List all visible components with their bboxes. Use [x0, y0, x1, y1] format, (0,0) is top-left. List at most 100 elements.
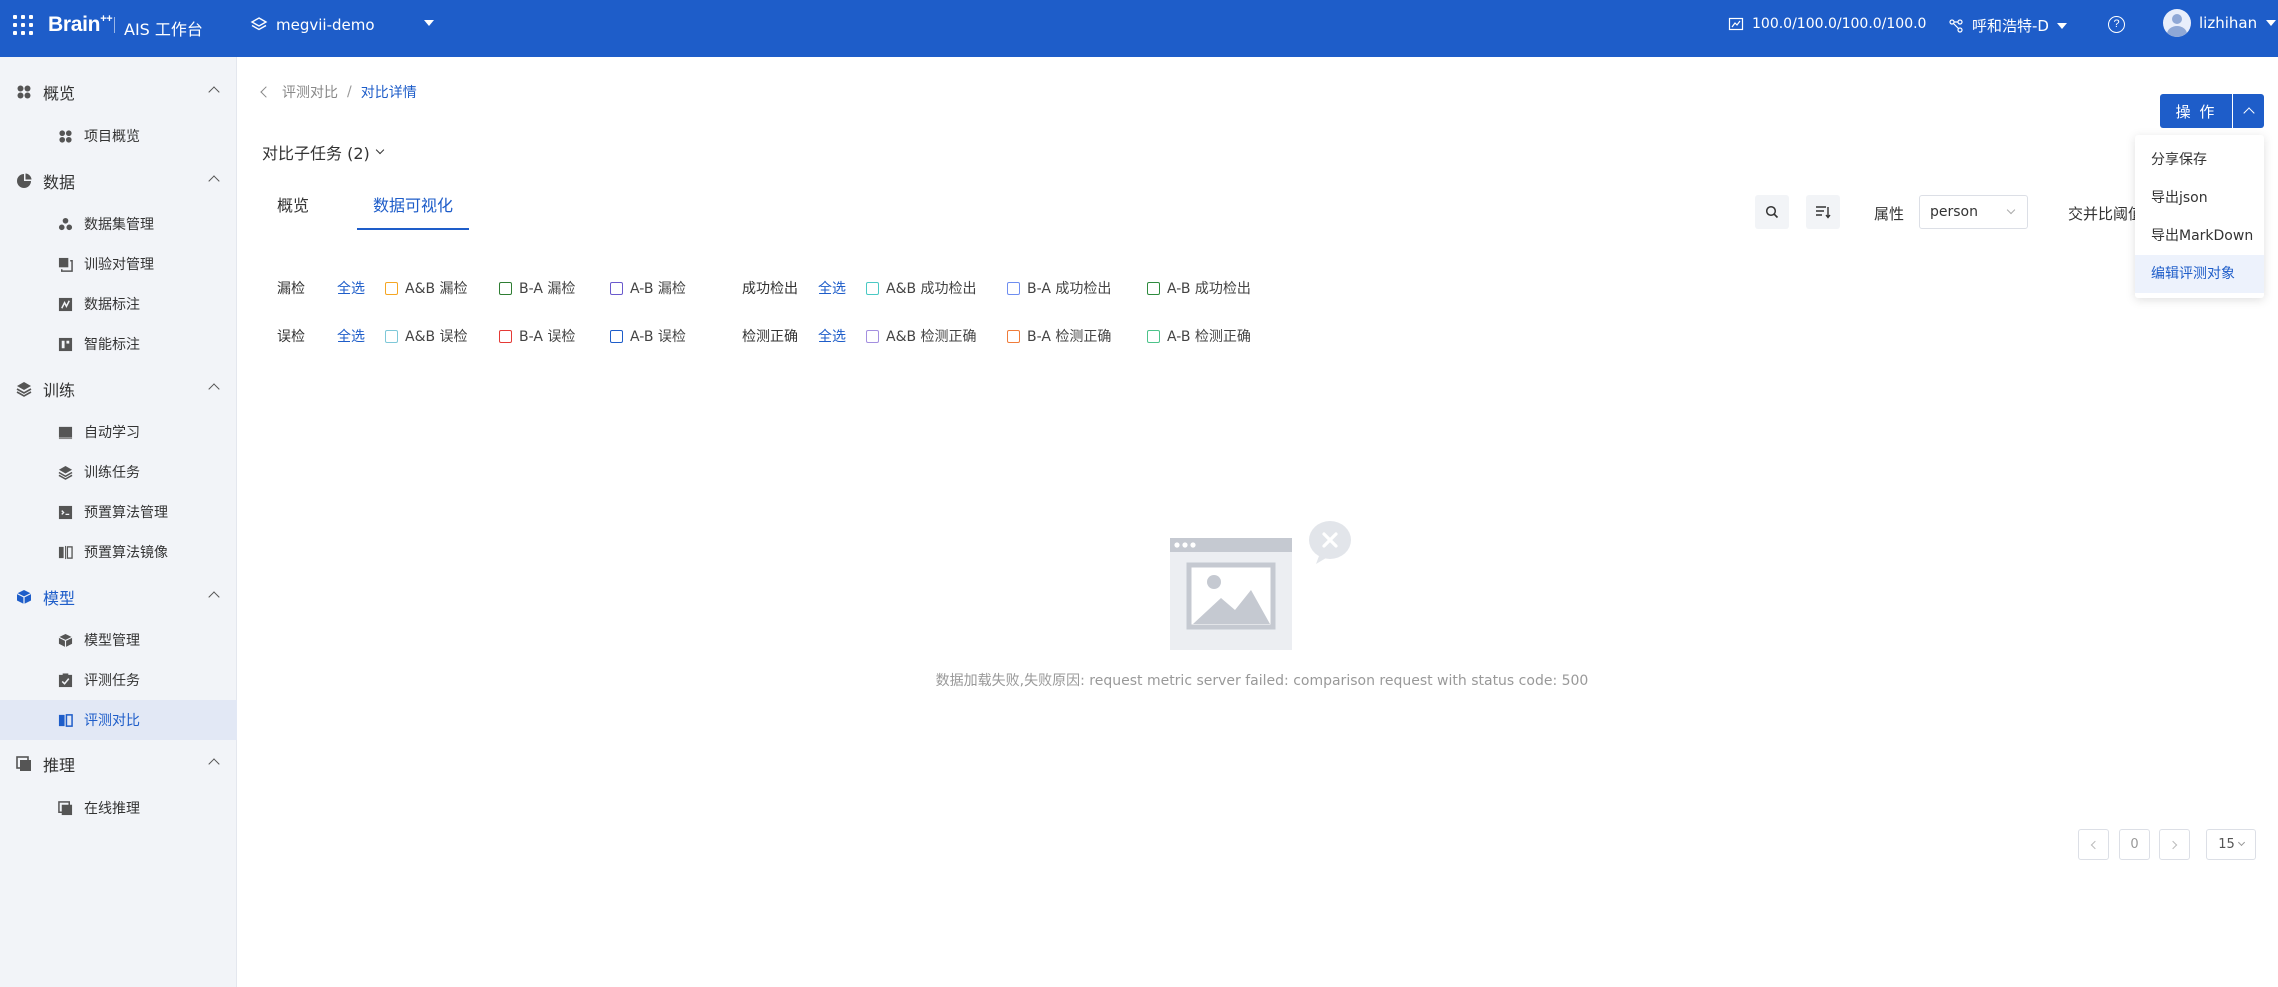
attribute-select[interactable]: person [1919, 195, 2028, 229]
sidebar-section-data[interactable]: 数据 [0, 161, 237, 201]
select-all-link[interactable]: 全选 [337, 278, 365, 298]
operation-dropdown-menu: 分享保存 导出json 导出MarkDown 编辑评测对象 [2135, 135, 2264, 298]
tab-data-visualization[interactable]: 数据可视化 [373, 192, 453, 216]
filter-checkbox[interactable]: A-B 误检 [610, 326, 686, 346]
filter-checkbox[interactable]: A&B 检测正确 [866, 326, 977, 346]
filter-checkbox[interactable]: A&B 成功检出 [866, 278, 977, 298]
next-page-button[interactable] [2159, 829, 2190, 860]
sidebar-section-model[interactable]: 模型 [0, 577, 237, 617]
operation-button[interactable]: 操 作 [2160, 94, 2232, 128]
quota-value: 100.0/100.0/100.0/100.0 [1752, 16, 1927, 32]
resource-quota[interactable]: 100.0/100.0/100.0/100.0 [1728, 16, 1926, 32]
sidebar-item-label: 预置算法镜像 [84, 545, 168, 561]
attribute-value: person [1930, 204, 1978, 220]
sidebar-item-auto-learning[interactable]: 自动学习 [0, 412, 237, 452]
iou-threshold-label: 交并比阈值 [2068, 205, 2144, 223]
sidebar-item-online-inference[interactable]: 在线推理 [0, 788, 237, 828]
chevron-down-icon [2237, 838, 2245, 847]
select-all-link[interactable]: 全选 [818, 278, 846, 298]
sidebar-section-label: 概览 [43, 84, 76, 103]
sidebar-item-train-val-management[interactable]: 训验对管理 [0, 244, 237, 284]
project-selector[interactable]: megvii-demo [250, 12, 434, 38]
attribute-label: 属性 [1874, 205, 1905, 223]
tab-overview[interactable]: 概览 [277, 192, 309, 216]
breadcrumb-current: 对比详情 [360, 85, 417, 101]
cube-icon [58, 633, 73, 647]
user-menu[interactable]: lizhihan [2163, 9, 2277, 37]
back-arrow-icon[interactable] [260, 86, 272, 98]
checkbox-icon [499, 329, 512, 343]
prev-page-button[interactable] [2078, 829, 2109, 860]
sidebar-section-inference[interactable]: 推理 [0, 744, 237, 784]
subtask-selector[interactable]: 对比子任务 (2) [262, 140, 385, 164]
chevron-up-icon[interactable] [2233, 94, 2264, 128]
chevron-down-icon [2006, 205, 2016, 215]
chevron-up-icon[interactable] [208, 591, 220, 603]
menu-item-export-markdown[interactable]: 导出MarkDown [2135, 217, 2264, 255]
filter-checkbox[interactable]: B-A 检测正确 [1007, 326, 1111, 346]
brand-logo[interactable]: Brain++ [48, 13, 113, 37]
page-size-value: 15 [2218, 837, 2235, 852]
page-number[interactable]: 0 [2119, 829, 2150, 860]
sidebar-item-evaluation-compare[interactable]: 评测对比 [0, 700, 237, 740]
app-grid-icon[interactable] [13, 15, 33, 35]
sidebar-item-project-overview[interactable]: 项目概览 [0, 116, 237, 156]
region-selector[interactable]: 呼和浩特-D [1948, 15, 2067, 36]
menu-item-export-json[interactable]: 导出json [2135, 179, 2264, 217]
sidebar-section-label: 模型 [43, 589, 76, 608]
menu-item-edit-eval-objects[interactable]: 编辑评测对象 [2135, 255, 2264, 293]
chevron-up-icon[interactable] [208, 383, 220, 395]
sidebar-item-label: 智能标注 [84, 337, 140, 353]
filter-checkbox[interactable]: A-B 检测正确 [1147, 326, 1251, 346]
checkbox-icon [610, 329, 623, 343]
sidebar-item-model-management[interactable]: 模型管理 [0, 620, 237, 660]
filter-checkbox[interactable]: B-A 漏检 [499, 278, 575, 298]
page-size-select[interactable]: 15 [2206, 829, 2256, 860]
help-icon[interactable]: ? [2108, 16, 2125, 33]
select-all-link[interactable]: 全选 [337, 326, 365, 346]
sidebar-item-dataset-management[interactable]: 数据集管理 [0, 204, 237, 244]
sidebar-section-label: 训练 [43, 381, 76, 400]
search-button[interactable] [1755, 195, 1789, 229]
copy-icon [58, 257, 73, 272]
filter-checkbox[interactable]: B-A 成功检出 [1007, 278, 1111, 298]
smart-annotation-icon [58, 337, 73, 351]
dashboard-icon [17, 85, 31, 99]
menu-item-share-save[interactable]: 分享保存 [2135, 141, 2264, 179]
compare-icon [58, 713, 73, 727]
chevron-up-icon[interactable] [208, 86, 220, 98]
chevron-up-icon[interactable] [208, 758, 220, 770]
sidebar-section-overview[interactable]: 概览 [0, 72, 237, 112]
sidebar-item-preset-algorithms[interactable]: 预置算法管理 [0, 492, 237, 532]
sort-button[interactable] [1806, 195, 1840, 229]
inference-icon [16, 756, 31, 771]
search-icon [1765, 205, 1779, 219]
filter-checkbox[interactable]: B-A 误检 [499, 326, 575, 346]
sidebar-item-label: 数据标注 [84, 297, 140, 313]
sidebar-section-label: 数据 [43, 173, 76, 192]
sidebar-item-preset-algorithm-images[interactable]: 预置算法镜像 [0, 532, 237, 572]
sidebar-item-smart-annotation[interactable]: 智能标注 [0, 324, 237, 364]
sidebar-item-training-tasks[interactable]: 训练任务 [0, 452, 237, 492]
code-icon [58, 505, 73, 519]
checkbox-icon [1007, 329, 1020, 343]
image-mirror-icon [58, 545, 73, 559]
select-all-link[interactable]: 全选 [818, 326, 846, 346]
chevron-left-icon [2090, 840, 2100, 849]
workbench-title: AIS 工作台 [124, 20, 203, 39]
cluster-icon [1949, 18, 1963, 33]
sidebar-item-label: 训验对管理 [84, 257, 154, 273]
filter-checkbox[interactable]: A&B 误检 [385, 326, 468, 346]
chevron-up-icon[interactable] [208, 175, 220, 187]
filter-checkbox[interactable]: A-B 成功检出 [1147, 278, 1251, 298]
sidebar-item-label: 评测对比 [84, 713, 140, 729]
breadcrumb-separator: / [347, 84, 352, 100]
filter-checkbox[interactable]: A&B 漏检 [385, 278, 468, 298]
avatar [2163, 9, 2191, 37]
sidebar-section-train[interactable]: 训练 [0, 369, 237, 409]
sidebar-item-data-annotation[interactable]: 数据标注 [0, 284, 237, 324]
chart-icon [1728, 17, 1744, 31]
breadcrumb-parent[interactable]: 评测对比 [282, 82, 338, 102]
tab-active-indicator [357, 228, 469, 230]
filter-checkbox[interactable]: A-B 漏检 [610, 278, 686, 298]
